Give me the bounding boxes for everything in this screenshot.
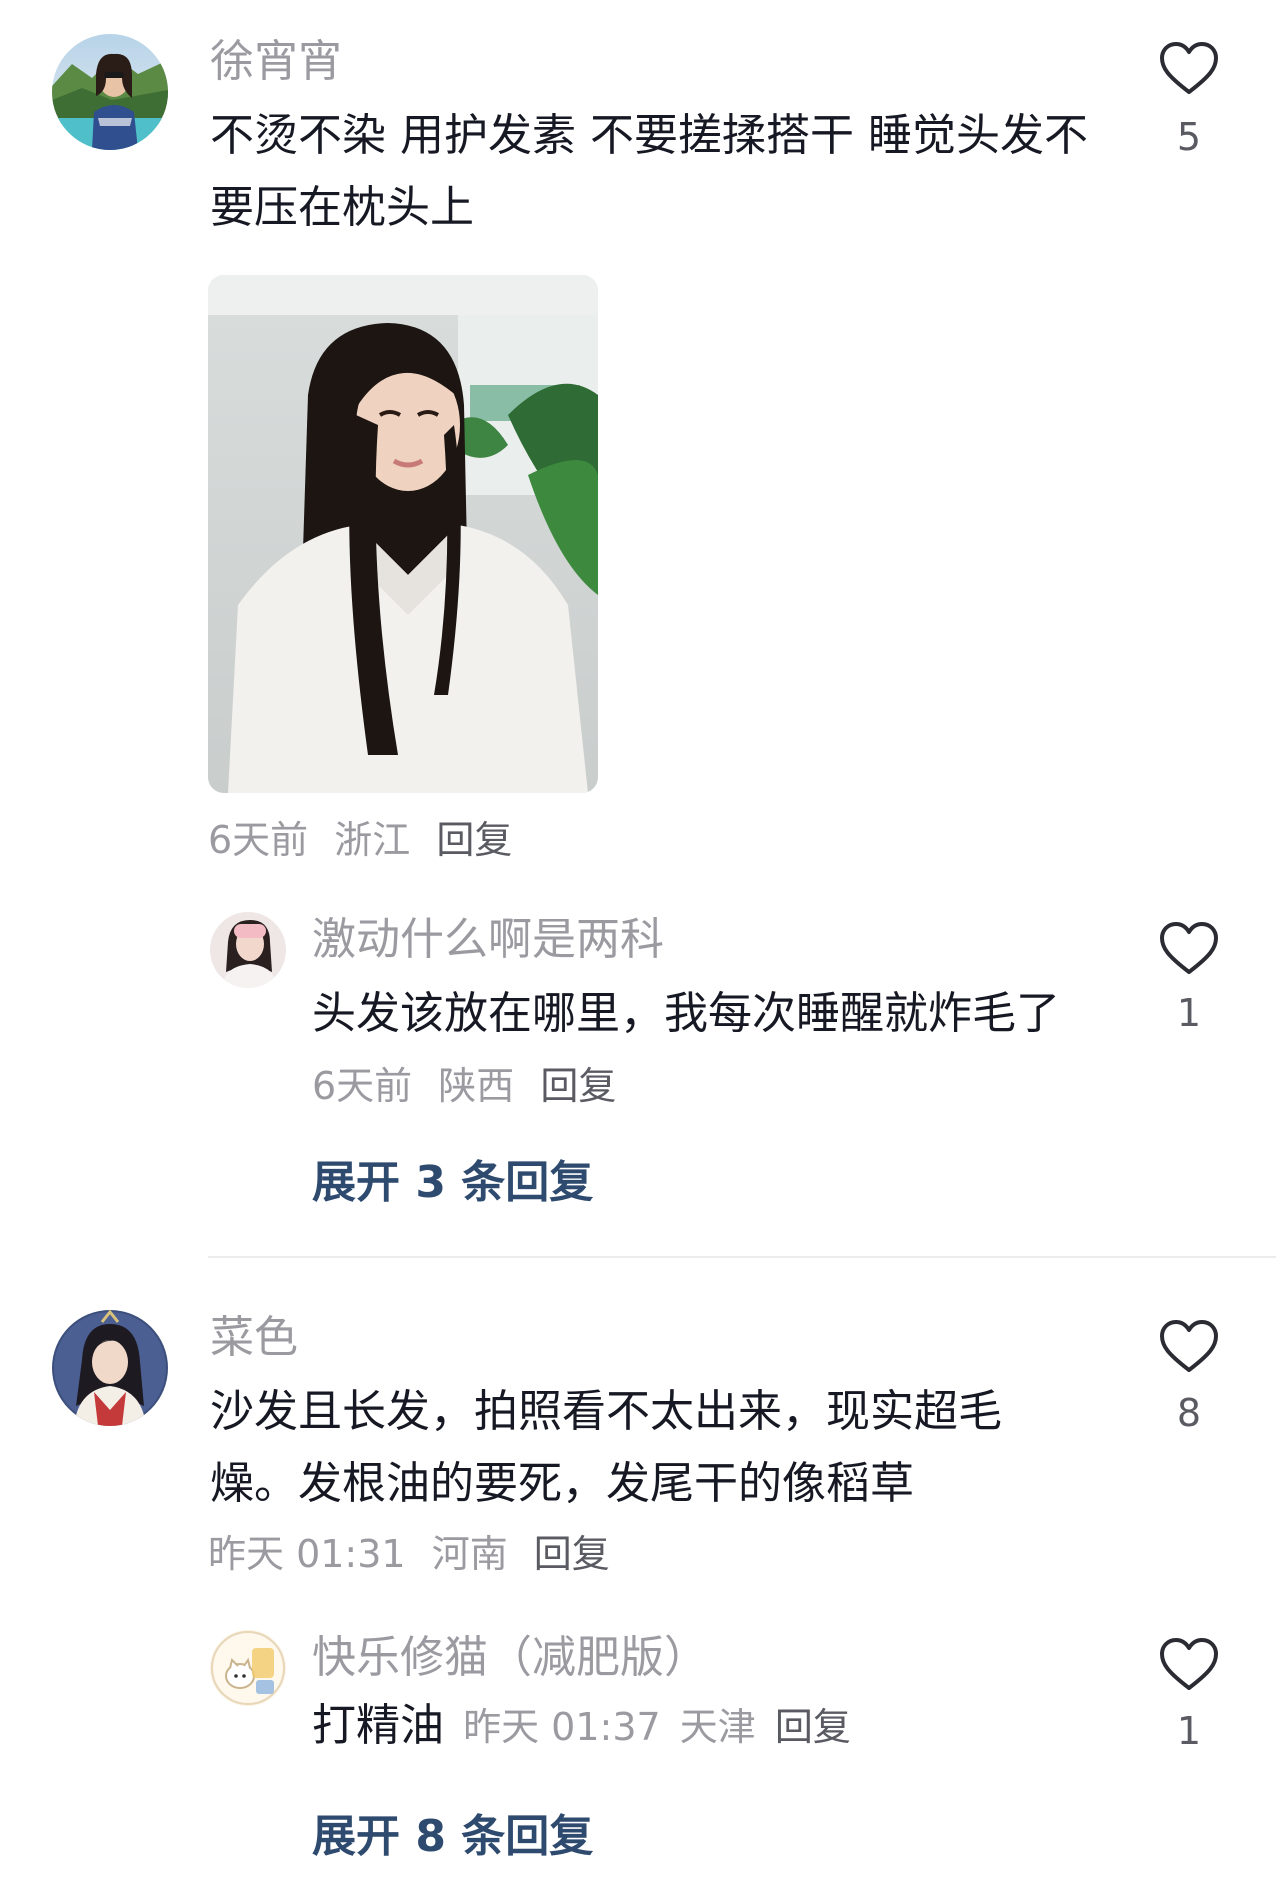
comment-text: 沙发且长发，拍照看不太出来，现实超毛燥。发根油的要死，发尾干的像稻草	[210, 1386, 1002, 1509]
heart-outline-icon[interactable]	[1158, 40, 1220, 96]
comment-item: 菜色 沙发且长发，拍照看不太出来，现实超毛燥。发根油的要死，发尾干的像稻草 8 …	[0, 1260, 1276, 1886]
reply-avatar[interactable]	[210, 912, 286, 988]
like-count: 1	[1176, 991, 1202, 1035]
reply-username[interactable]: 快乐修猫（减肥版）	[312, 1632, 708, 1685]
reply-location: 陕西	[438, 1064, 515, 1108]
avatar-image	[210, 1630, 286, 1706]
photo-image	[208, 275, 598, 793]
like-count: 8	[1176, 1391, 1202, 1435]
reply-text: 打精油	[312, 1700, 444, 1751]
reply-button[interactable]: 回复	[534, 1532, 610, 1576]
reply-username[interactable]: 激动什么啊是两科	[312, 914, 664, 967]
avatar-image	[210, 912, 286, 988]
avatar-image	[52, 34, 168, 150]
heart-outline-icon[interactable]	[1158, 1318, 1220, 1374]
comment-username[interactable]: 菜色	[210, 1312, 298, 1365]
comment-location: 浙江	[334, 818, 411, 862]
reply-meta: 6天前 陕西 回复	[312, 1064, 616, 1110]
avatar-image	[52, 1310, 168, 1426]
comment-photo[interactable]	[208, 275, 598, 793]
comment-time: 6天前	[208, 818, 309, 862]
reply-time: 昨天 01:37	[463, 1705, 661, 1749]
reply-time: 6天前	[312, 1064, 413, 1108]
avatar[interactable]	[52, 34, 168, 150]
heart-outline-icon[interactable]	[1158, 920, 1220, 976]
avatar[interactable]	[52, 1310, 168, 1426]
reply-button[interactable]: 回复	[775, 1705, 851, 1749]
comment-time: 昨天 01:31	[208, 1532, 406, 1576]
reply-button[interactable]: 回复	[540, 1064, 616, 1108]
reply-text-row: 打精油 昨天 01:37 天津 回复	[312, 1690, 851, 1771]
comment-text: 不烫不染 用护发素 不要搓揉搭干 睡觉头发不要压在枕头上	[210, 110, 1088, 233]
expand-replies-button[interactable]: 展开 3 条回复	[312, 1146, 593, 1210]
comment-username[interactable]: 徐宵宵	[210, 36, 342, 89]
comment-meta: 昨天 01:31 河南 回复	[208, 1532, 610, 1578]
heart-outline-icon[interactable]	[1158, 1636, 1220, 1692]
like-count: 5	[1176, 115, 1202, 159]
reply-button[interactable]: 回复	[436, 818, 512, 862]
reply-avatar[interactable]	[210, 1630, 286, 1706]
like-count: 1	[1176, 1709, 1202, 1753]
reply-location: 天津	[679, 1705, 756, 1749]
expand-replies-button[interactable]: 展开 8 条回复	[312, 1800, 593, 1864]
comment-divider	[208, 1256, 1276, 1258]
comment-meta: 6天前 浙江 回复	[208, 818, 512, 864]
comment-location: 河南	[431, 1532, 508, 1576]
reply-text: 头发该放在哪里，我每次睡醒就炸毛了	[312, 988, 1060, 1039]
comment-item: 徐宵宵 不烫不染 用护发素 不要搓揉搭干 睡觉头发不要压在枕头上 5 6天前 浙…	[0, 0, 1276, 1260]
